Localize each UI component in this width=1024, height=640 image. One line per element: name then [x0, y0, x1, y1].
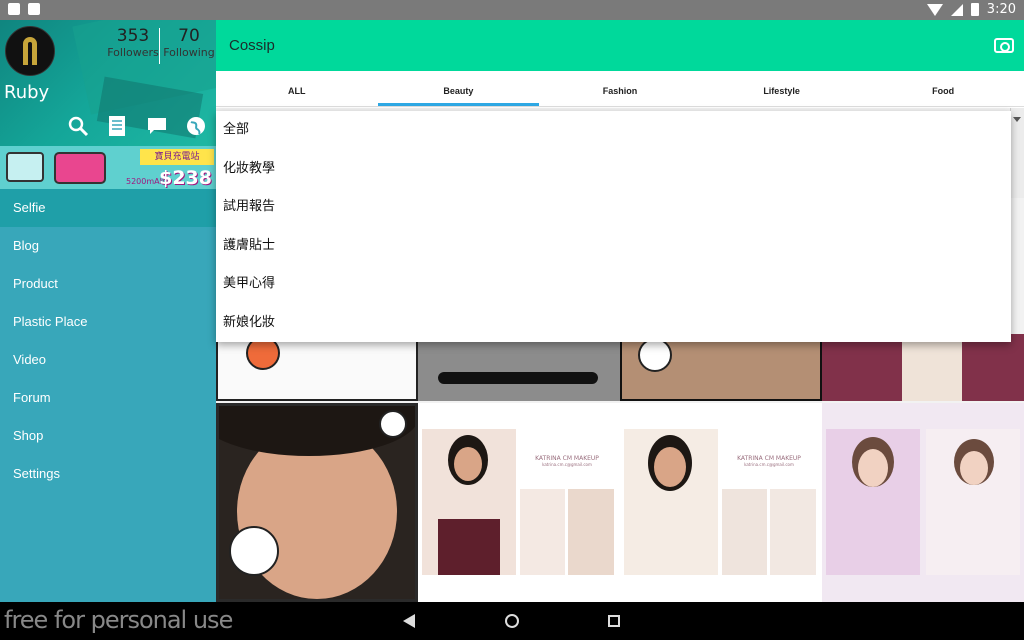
sidebar-item-product[interactable]: Product [0, 265, 216, 303]
dropdown-item-makeup-tutorial[interactable]: 化妝教學 [216, 150, 1011, 189]
sidebar: Ruby 353 Followers 70 Following 寶貝充電站 52… [0, 20, 216, 602]
dropdown-item-all[interactable]: 全部 [216, 111, 1011, 150]
wifi-icon [926, 3, 943, 16]
notification-icon [8, 3, 20, 15]
dropdown-item-nail-art[interactable]: 美甲心得 [216, 265, 1011, 304]
stat-divider [159, 28, 160, 64]
home-icon[interactable] [505, 614, 519, 628]
chat-icon[interactable] [145, 114, 169, 138]
promo-banner[interactable]: 寶貝充電站 5200mAh $238 [0, 146, 216, 189]
photo-tile[interactable] [620, 334, 822, 401]
back-icon[interactable] [403, 614, 415, 628]
photo-tile[interactable] [216, 403, 418, 602]
signal-icon [950, 3, 963, 16]
avatar[interactable] [5, 26, 55, 76]
katrina-title: KATRINA CM MAKEUP [535, 455, 599, 462]
profile-name: Ruby [4, 82, 50, 103]
category-tabs: ALL Beauty Fashion Lifestyle Food [216, 71, 1024, 107]
system-nav-bar: free for personal use [0, 602, 1024, 640]
dropdown-item-trial-report[interactable]: 試用報告 [216, 188, 1011, 227]
product-image [6, 152, 44, 182]
following-count: 70 [178, 26, 200, 46]
sidebar-item-forum[interactable]: Forum [0, 379, 216, 417]
photo-tile[interactable]: KATRINA CM MAKEUP katrina.cm.c@gmail.com [620, 403, 822, 602]
status-bar: 3:20 [0, 0, 1024, 20]
sidebar-item-selfie[interactable]: Selfie [0, 189, 216, 227]
subcategory-dropdown: 全部 化妝教學 試用報告 護膚貼士 美甲心得 新娘化妝 [216, 111, 1011, 342]
following-stat[interactable]: 70 Following [162, 26, 216, 59]
katrina-email: katrina.cm.c@gmail.com [542, 462, 592, 467]
watermark: free for personal use [4, 606, 233, 634]
photo-tile[interactable] [822, 334, 1024, 401]
dropdown-item-bridal-makeup[interactable]: 新娘化妝 [216, 304, 1011, 343]
profile-actions [58, 106, 216, 146]
promo-price: $238 [159, 167, 212, 189]
battery-icon [970, 3, 979, 16]
document-icon[interactable] [105, 114, 129, 138]
mascot-image [638, 338, 672, 372]
tab-all[interactable]: ALL [216, 71, 378, 106]
globe-icon[interactable] [184, 114, 208, 138]
dropdown-item-skincare-tips[interactable]: 護膚貼士 [216, 227, 1011, 266]
app-bar: Cossip [216, 20, 1024, 71]
app-title: Cossip [229, 37, 275, 54]
photo-tile[interactable] [418, 334, 620, 401]
followers-stat[interactable]: 353 Followers [106, 26, 160, 59]
recent-apps-icon[interactable] [608, 615, 620, 627]
photo-tile[interactable]: KATRINA CM MAKEUP katrina.cm.c@gmail.com [418, 403, 620, 602]
tab-food[interactable]: Food [862, 71, 1024, 106]
search-icon[interactable] [66, 114, 90, 138]
tab-beauty[interactable]: Beauty [377, 71, 540, 106]
photo-tile[interactable] [822, 403, 1024, 602]
katrina-email: katrina.cm.c@gmail.com [744, 462, 794, 467]
tab-fashion[interactable]: Fashion [539, 71, 701, 106]
sidebar-item-plastic-place[interactable]: Plastic Place [0, 303, 216, 341]
mascot-image [229, 526, 279, 576]
followers-count: 353 [116, 26, 150, 46]
promo-tag: 寶貝充電站 [140, 149, 214, 165]
katrina-title: KATRINA CM MAKEUP [737, 455, 801, 462]
notification-icon [28, 3, 40, 15]
product-image [54, 152, 106, 184]
sidebar-item-blog[interactable]: Blog [0, 227, 216, 265]
sidebar-item-video[interactable]: Video [0, 341, 216, 379]
following-label: Following [163, 46, 215, 59]
profile-header: Ruby 353 Followers 70 Following [0, 20, 216, 146]
followers-label: Followers [107, 46, 159, 59]
ribbon-icon [23, 37, 37, 65]
sidebar-nav: Selfie Blog Product Plastic Place Video … [0, 189, 216, 493]
tab-lifestyle[interactable]: Lifestyle [701, 71, 863, 106]
camera-icon[interactable] [994, 38, 1014, 53]
sidebar-item-shop[interactable]: Shop [0, 417, 216, 455]
status-time: 3:20 [986, 2, 1016, 17]
photo-tile[interactable] [216, 334, 418, 401]
dropdown-arrow-icon[interactable] [1013, 117, 1021, 122]
mascot-image [379, 410, 407, 438]
sidebar-item-settings[interactable]: Settings [0, 455, 216, 493]
